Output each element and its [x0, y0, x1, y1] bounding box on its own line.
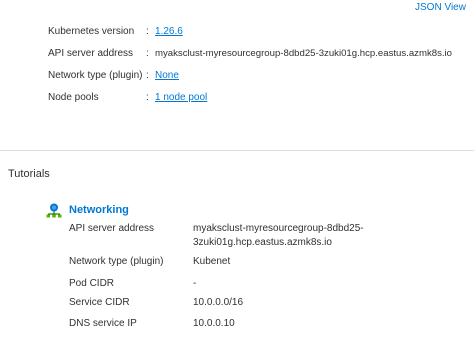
node-pools-sep: : — [146, 92, 149, 103]
net-network-type-value: Kubenet — [193, 256, 231, 267]
kubernetes-version-sep: : — [146, 26, 149, 37]
network-type-link[interactable]: None — [155, 70, 179, 81]
net-network-type-label: Network type (plugin) — [69, 256, 164, 267]
node-pools-label: Node pools — [48, 92, 99, 103]
net-dns-service-ip-value: 10.0.0.10 — [193, 318, 235, 329]
network-type-label: Network type (plugin) — [48, 70, 143, 81]
tutorials-heading: Tutorials — [8, 168, 50, 180]
json-view-link[interactable]: JSON View — [415, 2, 466, 13]
api-server-address-value: myaksclust-myresourcegroup-8dbd25-3zuki0… — [155, 48, 453, 59]
section-divider — [0, 150, 474, 151]
network-type-sep: : — [146, 70, 149, 81]
net-api-server-address-label: API server address — [69, 223, 155, 234]
net-api-server-address-value-line2: 3zuki01g.hcp.eastus.azmk8s.io — [193, 237, 332, 248]
net-api-server-address-value-line1: myaksclust-myresourcegroup-8dbd25- — [193, 223, 364, 234]
networking-icon — [46, 202, 62, 218]
kubernetes-version-link[interactable]: 1.26.6 — [155, 26, 183, 37]
net-dns-service-ip-label: DNS service IP — [69, 318, 137, 329]
api-server-address-sep: : — [146, 48, 149, 59]
net-pod-cidr-value: - — [193, 278, 197, 289]
net-service-cidr-label: Service CIDR — [69, 297, 130, 308]
kubernetes-version-label: Kubernetes version — [48, 26, 135, 37]
node-pools-link[interactable]: 1 node pool — [155, 92, 207, 103]
networking-title[interactable]: Networking — [69, 204, 129, 216]
net-service-cidr-value: 10.0.0.0/16 — [193, 297, 244, 308]
net-pod-cidr-label: Pod CIDR — [69, 278, 115, 289]
api-server-address-label: API server address — [48, 48, 134, 59]
